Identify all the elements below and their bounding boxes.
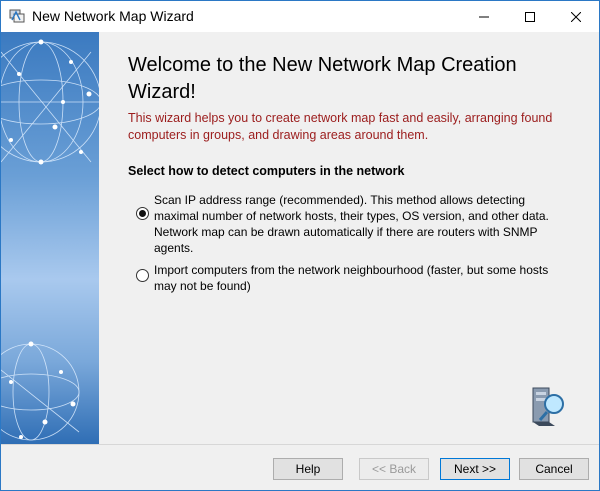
minimize-button[interactable] (461, 1, 507, 32)
close-button[interactable] (553, 1, 599, 32)
minimize-icon (479, 16, 489, 17)
import-neighbourhood-label[interactable]: Import computers from the network neighb… (154, 262, 569, 294)
back-button[interactable]: << Back (359, 458, 429, 480)
computer-search-icon (532, 387, 564, 426)
next-button[interactable]: Next >> (440, 458, 510, 480)
cancel-button[interactable]: Cancel (519, 458, 589, 480)
title-bar[interactable]: New Network Map Wizard (1, 1, 599, 32)
intro-text: This wizard helps you to create network … (128, 111, 553, 142)
network-globe-graphic (1, 39, 99, 441)
maximize-icon (525, 11, 535, 22)
help-button[interactable]: Help (273, 458, 343, 480)
scan-ip-radio[interactable] (136, 207, 149, 220)
wizard-footer: Help << Back Next >> Cancel (1, 444, 599, 490)
window-title: New Network Map Wizard (32, 8, 194, 24)
page-title: Welcome to the New Network Map Creation … (128, 54, 517, 103)
scan-ip-label[interactable]: Scan IP address range (recommended). Thi… (154, 192, 569, 256)
close-icon (571, 11, 581, 22)
import-neighbourhood-radio[interactable] (136, 269, 149, 282)
network-map-app-icon (9, 9, 25, 23)
wizard-content: Welcome to the New Network Map Creation … (99, 32, 599, 444)
maximize-button[interactable] (507, 1, 553, 32)
section-title: Select how to detect computers in the ne… (128, 164, 405, 178)
wizard-window: New Network Map Wizard Welcome to the Ne… (0, 0, 600, 491)
wizard-banner-image (1, 32, 99, 444)
